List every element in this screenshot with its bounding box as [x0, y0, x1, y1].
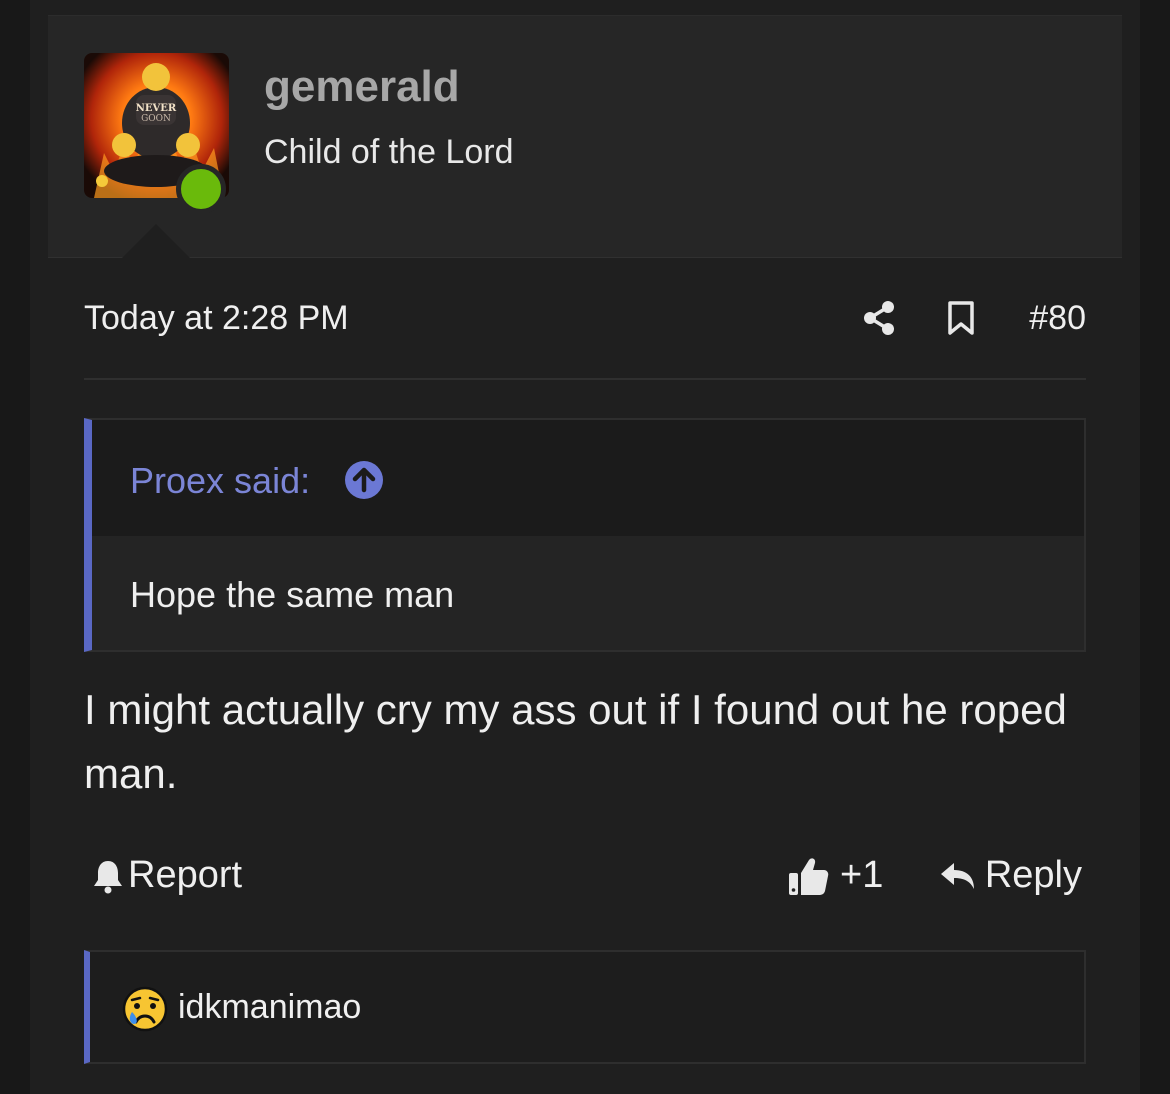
arrow-up-circle-icon[interactable] — [344, 460, 384, 500]
share-icon[interactable] — [862, 300, 896, 336]
like-button[interactable]: +1 — [788, 854, 883, 897]
report-label: Report — [128, 854, 243, 896]
quote-header: Proex said: — [92, 420, 1084, 536]
reply-button[interactable]: Reply — [939, 854, 1082, 897]
avatar-text: NEVER — [136, 103, 177, 114]
post-meta: Today at 2:28 PM #80 — [84, 296, 1086, 342]
user-title: Child of the Lord — [264, 133, 514, 171]
user-card-pointer — [122, 224, 190, 258]
bookmark-icon[interactable] — [946, 300, 976, 336]
top-divider — [48, 0, 1122, 16]
post-number-link[interactable]: #80 — [1029, 299, 1086, 338]
reaction-username[interactable]: idkmanimao — [178, 988, 361, 1027]
like-count: +1 — [840, 854, 884, 896]
thumbs-up-icon — [789, 857, 829, 895]
quote-text: Hope the same man — [130, 574, 455, 615]
quote-author-link[interactable]: Proex said: — [130, 460, 310, 502]
post-actions: Report +1 Reply — [84, 850, 1086, 906]
post-message: I might actually cry my ass out if I fou… — [84, 686, 1067, 797]
crying-face-icon — [122, 986, 168, 1032]
meta-divider — [84, 378, 1086, 380]
bell-icon — [94, 860, 122, 893]
reply-label: Reply — [984, 854, 1082, 896]
quote-block: Proex said: Hope the same man — [84, 418, 1086, 652]
post-timestamp[interactable]: Today at 2:28 PM — [84, 299, 349, 338]
reply-arrow-icon — [940, 862, 974, 889]
reactions-bar[interactable]: idkmanimao — [84, 950, 1086, 1064]
online-status-indicator — [176, 164, 226, 214]
report-button[interactable]: Report — [92, 854, 242, 897]
quote-body: Hope the same man — [92, 536, 1084, 650]
post-container: NEVER GOON gemerald Child of the Lord To… — [30, 0, 1140, 1094]
username[interactable]: gemerald — [264, 62, 460, 112]
svg-text:GOON: GOON — [141, 114, 171, 124]
user-card: NEVER GOON gemerald Child of the Lord — [48, 16, 1122, 258]
